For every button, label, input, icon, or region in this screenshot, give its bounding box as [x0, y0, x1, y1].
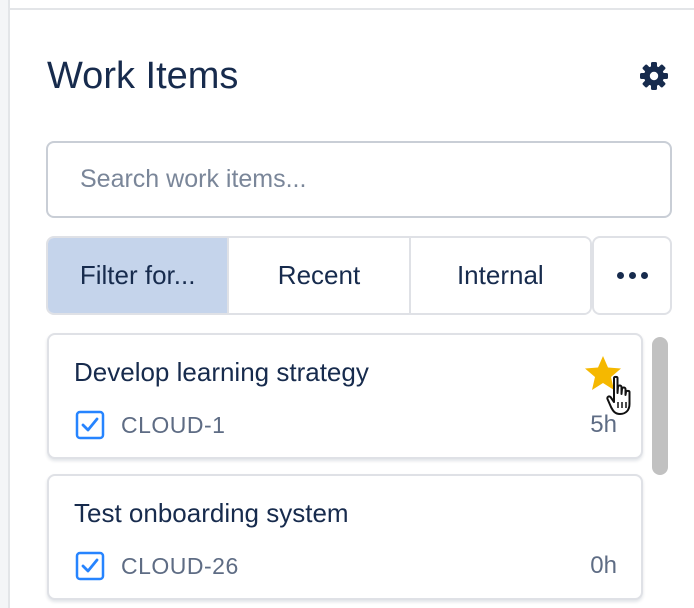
checkbox-icon: [75, 410, 105, 440]
top-divider: [10, 8, 694, 10]
filter-tabs: Filter for... Recent Internal: [46, 236, 592, 315]
search-input[interactable]: [46, 141, 672, 218]
tab-recent[interactable]: Recent: [229, 238, 411, 313]
left-panel-edge: [0, 0, 10, 608]
more-options-button[interactable]: [592, 236, 672, 315]
tab-internal[interactable]: Internal: [410, 238, 590, 313]
tab-filter-for[interactable]: Filter for...: [48, 238, 230, 313]
scrollbar-thumb[interactable]: [652, 337, 668, 475]
gear-icon[interactable]: [638, 60, 670, 92]
work-item-card[interactable]: Test onboarding system CLOUD-26 0h: [47, 474, 643, 600]
work-item-key: CLOUD-26: [121, 553, 239, 579]
work-item-card[interactable]: Develop learning strategy CLOUD-1 5h: [47, 333, 643, 459]
page-title: Work Items: [47, 55, 239, 97]
work-item-key: CLOUD-1: [121, 412, 226, 438]
work-item-title: Test onboarding system: [74, 498, 349, 528]
work-item-title: Develop learning strategy: [74, 357, 369, 387]
work-item-estimate: 5h: [590, 411, 617, 438]
checkbox-icon: [75, 551, 105, 581]
more-horizontal-icon: [616, 272, 624, 279]
work-item-estimate: 0h: [590, 552, 617, 579]
